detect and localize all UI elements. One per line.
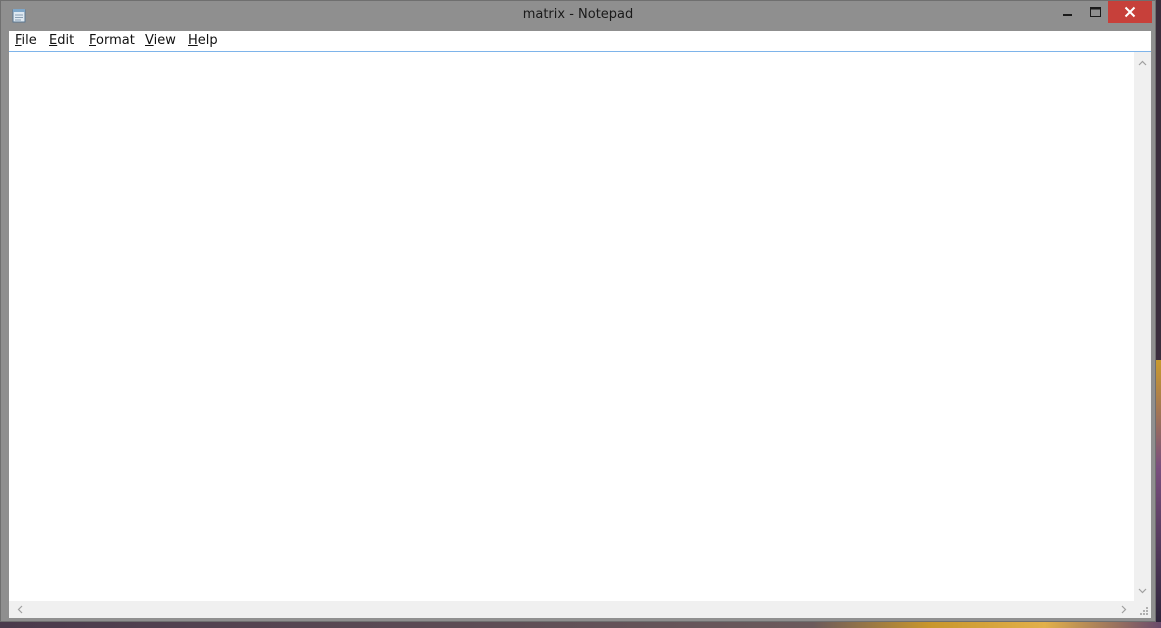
horizontal-scrollbar[interactable] — [9, 601, 1134, 618]
desktop-background-bottom — [0, 622, 1161, 628]
resize-grip[interactable] — [1134, 601, 1151, 618]
menu-file-label: ile — [21, 33, 37, 48]
scroll-right-button[interactable] — [1115, 601, 1132, 618]
window-title: matrix - Notepad — [522, 7, 634, 22]
menu-help[interactable]: Help — [188, 33, 218, 48]
resize-grip-icon — [1140, 607, 1148, 615]
text-editor[interactable] — [9, 52, 1134, 601]
menu-edit[interactable]: Edit — [49, 33, 74, 48]
chevron-down-icon — [1138, 588, 1147, 593]
menu-view[interactable]: View — [145, 33, 176, 48]
vertical-scrollbar[interactable] — [1134, 52, 1151, 601]
chevron-up-icon — [1138, 60, 1147, 65]
scroll-down-button[interactable] — [1134, 582, 1151, 599]
maximize-icon — [1089, 7, 1101, 17]
title-bar[interactable]: matrix - Notepad — [1, 1, 1155, 31]
menu-edit-accelerator: E — [49, 33, 58, 48]
chevron-left-icon — [17, 605, 22, 614]
close-button[interactable] — [1108, 1, 1152, 23]
menu-edit-label: dit — [57, 33, 75, 48]
menu-help-label: elp — [197, 33, 218, 48]
menu-format-accelerator: F — [89, 33, 97, 48]
minimize-button[interactable] — [1055, 1, 1081, 23]
menu-view-label: iew — [153, 33, 176, 48]
menu-format[interactable]: Format — [89, 33, 135, 48]
scroll-left-button[interactable] — [11, 601, 28, 618]
scroll-up-button[interactable] — [1134, 54, 1151, 71]
minimize-icon — [1063, 14, 1072, 16]
desktop-background-right — [1156, 360, 1161, 628]
menu-help-accelerator: H — [188, 33, 198, 48]
close-icon — [1124, 6, 1136, 18]
notepad-window: matrix - Notepad File Edit Format View H… — [0, 0, 1156, 622]
menu-format-label: ormat — [96, 33, 135, 48]
menu-bar: File Edit Format View Help — [9, 31, 1151, 52]
maximize-button[interactable] — [1082, 1, 1108, 23]
menu-file[interactable]: File — [15, 33, 37, 48]
chevron-right-icon — [1121, 605, 1126, 614]
menu-view-accelerator: V — [145, 33, 154, 48]
